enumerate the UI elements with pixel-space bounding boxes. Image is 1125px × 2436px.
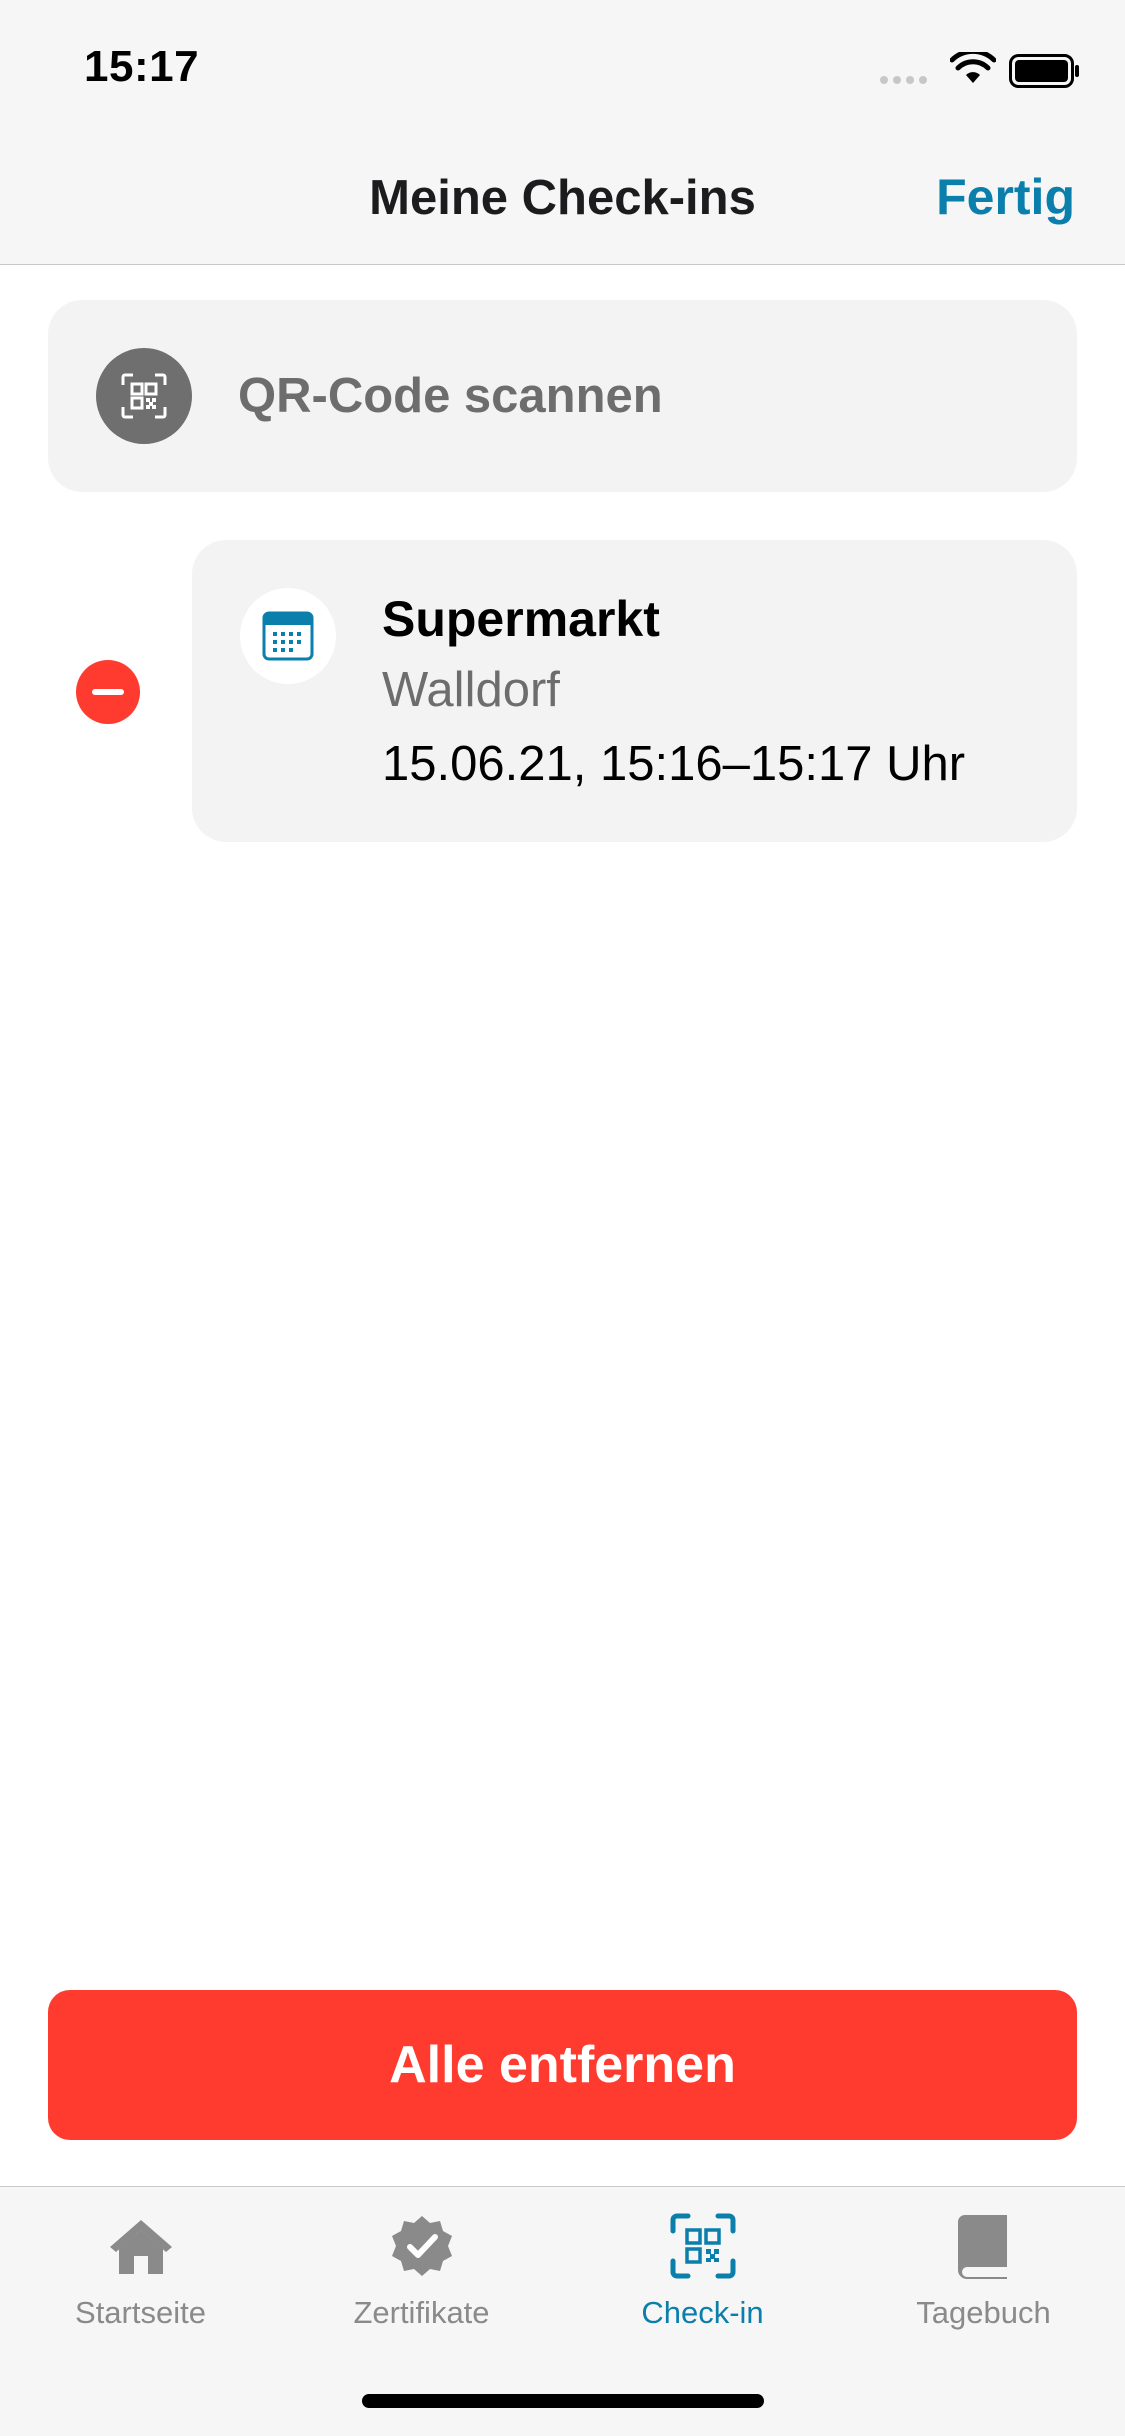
scan-qr-code-button[interactable]: QR-Code scannen	[48, 300, 1077, 492]
home-indicator	[362, 2394, 764, 2408]
tab-tagebuch[interactable]: Tagebuch	[843, 2187, 1124, 2347]
remove-all-button[interactable]: Alle entfernen	[48, 1990, 1077, 2140]
tab-label: Check-in	[641, 2295, 764, 2330]
certificate-badge-icon	[387, 2211, 457, 2281]
navigation-bar: Meine Check-ins Fertig	[0, 130, 1125, 265]
book-icon	[949, 2211, 1019, 2281]
cellular-signal-icon	[880, 76, 927, 84]
qr-scan-icon	[668, 2211, 738, 2281]
checkin-list-item[interactable]: Supermarkt Walldorf 15.06.21, 15:16–15:1…	[192, 540, 1077, 842]
checkin-location: Walldorf	[382, 663, 560, 717]
delete-checkin-button[interactable]	[76, 660, 140, 724]
tab-label: Zertifikate	[353, 2295, 490, 2330]
check-ins-screen: 15:17 Meine Check-ins Fertig QR-Code sca…	[0, 0, 1125, 2436]
battery-icon	[1009, 54, 1079, 88]
wifi-icon	[950, 52, 996, 83]
qr-code-icon	[96, 348, 192, 444]
minus-icon	[92, 689, 124, 695]
calendar-icon	[240, 588, 336, 684]
tab-label: Startseite	[75, 2295, 206, 2330]
done-button[interactable]: Fertig	[936, 168, 1075, 226]
status-time: 15:17	[84, 42, 200, 91]
checkin-title: Supermarkt	[382, 591, 660, 647]
house-icon	[106, 2211, 176, 2281]
scan-qr-code-label: QR-Code scannen	[238, 369, 663, 423]
tab-zertifikate[interactable]: Zertifikate	[281, 2187, 562, 2347]
status-bar: 15:17	[0, 0, 1125, 130]
checkin-time-range: 15.06.21, 15:16–15:17 Uhr	[382, 737, 966, 791]
tab-startseite[interactable]: Startseite	[0, 2187, 281, 2347]
tab-check-in[interactable]: Check-in	[562, 2187, 843, 2347]
tab-label: Tagebuch	[916, 2295, 1051, 2330]
